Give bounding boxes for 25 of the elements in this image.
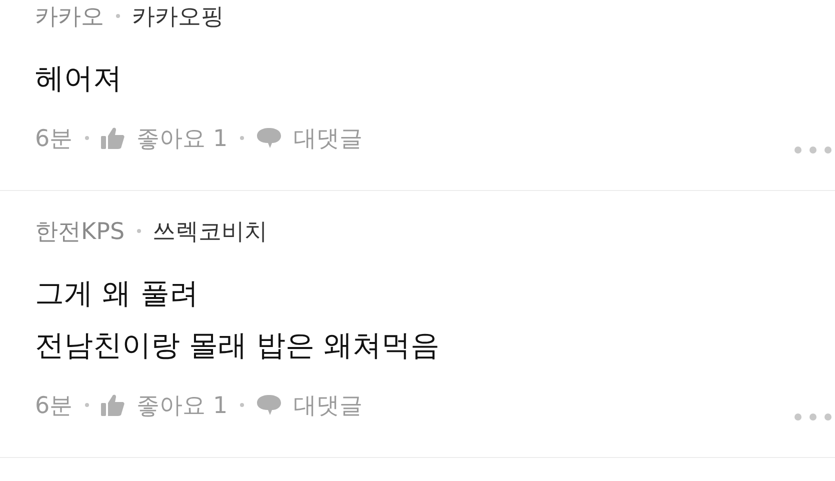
speech-bubble-icon[interactable] <box>256 127 282 149</box>
more-icon[interactable] <box>794 146 832 154</box>
like-button[interactable]: 좋아요 1 <box>136 122 228 154</box>
reply-button[interactable]: 대댓글 <box>294 122 363 154</box>
thumbs-up-icon[interactable] <box>100 394 125 416</box>
comment-text: 그게 왜 풀려 <box>35 275 200 312</box>
nickname: 카카오핑 <box>132 2 224 32</box>
speech-bubble-icon[interactable] <box>256 394 282 416</box>
separator-dot <box>240 403 244 407</box>
timestamp: 6분 <box>35 392 73 420</box>
comment-text: 전남친이랑 몰래 밥은 왜쳐먹음 <box>35 327 441 364</box>
separator-dot <box>116 14 120 18</box>
thumbs-up-icon[interactable] <box>100 127 125 149</box>
company-name: 한전KPS <box>35 218 125 246</box>
company-name: 카카오 <box>35 2 104 32</box>
separator-dot <box>240 136 244 140</box>
more-icon[interactable] <box>794 413 832 421</box>
separator-dot <box>136 229 141 233</box>
separator-dot <box>84 136 89 140</box>
reply-button[interactable]: 대댓글 <box>294 390 363 420</box>
nickname: 쓰렉코비치 <box>152 218 268 246</box>
like-button[interactable]: 좋아요 1 <box>136 390 228 420</box>
timestamp: 6분 <box>35 124 73 154</box>
separator-dot <box>84 403 89 407</box>
comment-text: 헤어져 <box>35 60 123 97</box>
